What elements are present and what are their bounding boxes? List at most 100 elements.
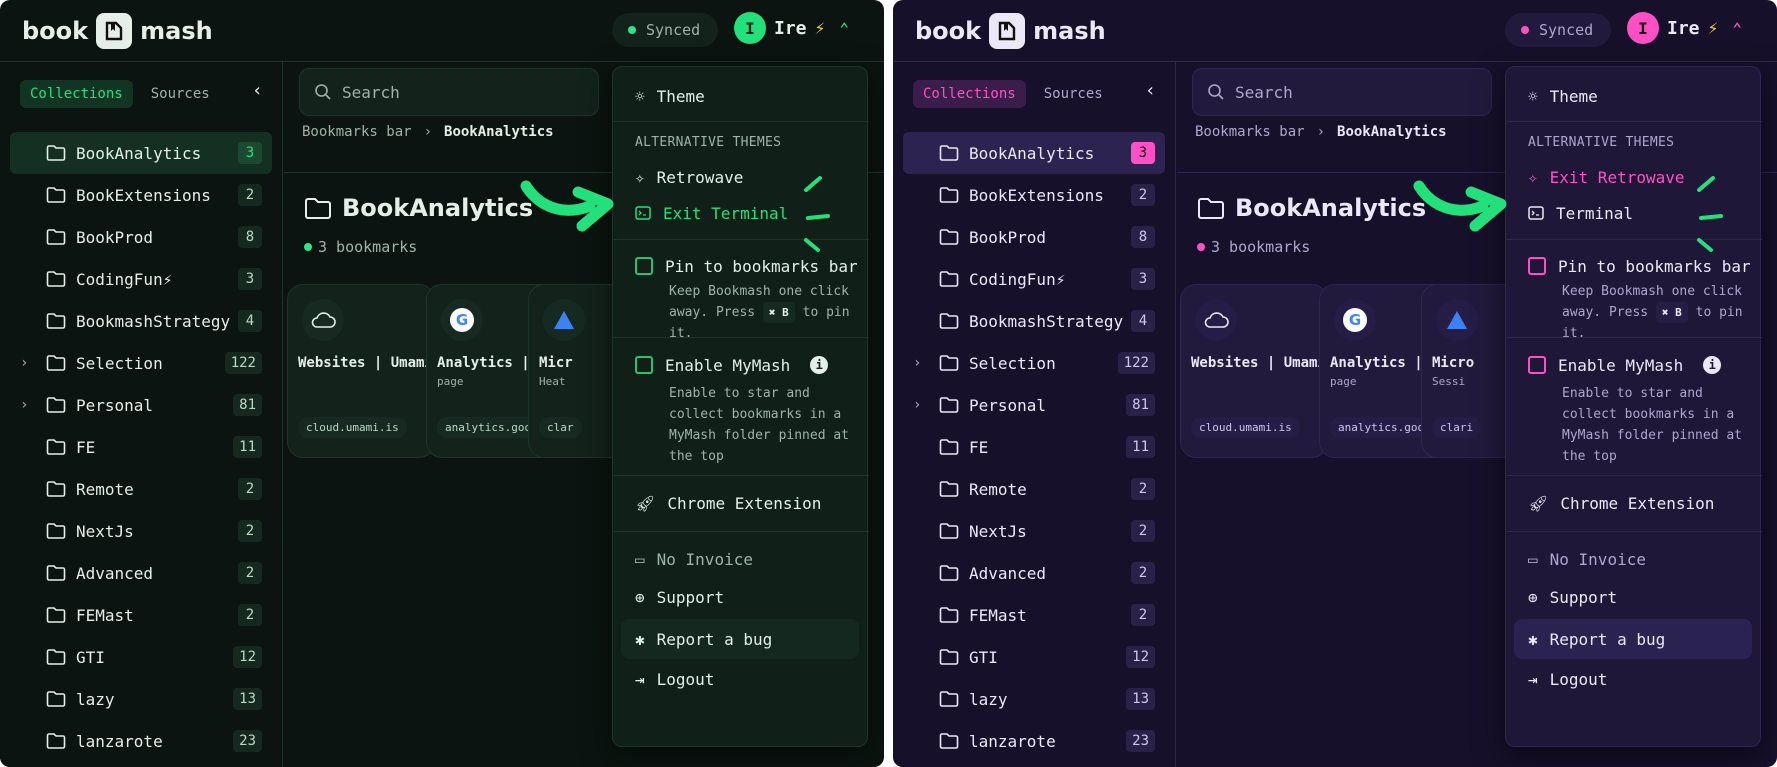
report-a-bug-item[interactable]: ✱ Report a bug (613, 623, 869, 655)
folder-icon (305, 198, 331, 219)
support-item[interactable]: ⊕ Support (1506, 581, 1762, 613)
sidebar-folder-item[interactable]: FE 11 (10, 426, 272, 468)
sidebar-folder-item[interactable]: › Selection 122 (10, 342, 272, 384)
logout-item[interactable]: ⇥ Logout (613, 663, 869, 695)
chrome-extension-label: Chrome Extension (667, 493, 822, 513)
bookmark-count: 3 bookmarks (1197, 238, 1310, 256)
folder-name: Selection (969, 353, 1056, 373)
breadcrumb-root[interactable]: Bookmarks bar (1195, 124, 1305, 140)
theme-menu-item[interactable]: ☼ Theme (1506, 79, 1762, 113)
folder-name: NextJs (76, 521, 134, 541)
enable-mymash-checkbox[interactable]: Enable MyMash i (1506, 349, 1762, 381)
sidebar-folder-item[interactable]: BookExtensions 2 (10, 174, 272, 216)
sidebar-folder-item[interactable]: Advanced 2 (10, 552, 272, 594)
chevron-right-icon[interactable]: › (913, 355, 921, 371)
chevron-right-icon[interactable]: › (20, 397, 28, 413)
search-input[interactable]: Search (299, 68, 599, 116)
logout-item[interactable]: ⇥ Logout (1506, 663, 1762, 695)
user-menu-toggle[interactable]: I Ire ⚡ ⌃ (734, 12, 849, 44)
avatar: I (1627, 12, 1659, 44)
sidebar-folder-item[interactable]: lazy 13 (10, 678, 272, 720)
sync-label: Synced (646, 21, 701, 39)
sidebar-folder-item[interactable]: › Selection 122 (903, 342, 1165, 384)
folder-count-badge: 2 (238, 478, 262, 500)
sidebar-folder-item[interactable]: Advanced 2 (903, 552, 1165, 594)
folder-icon (939, 690, 959, 712)
sidebar-folder-item[interactable]: BookAnalytics 3 (903, 132, 1165, 174)
sidebar-folder-item[interactable]: NextJs 2 (903, 510, 1165, 552)
folder-count-badge: 23 (233, 730, 262, 752)
bookmark-title: Micro (1432, 355, 1475, 371)
chevron-right-icon[interactable]: › (20, 355, 28, 371)
no-invoice-item[interactable]: ▭ No Invoice (1506, 543, 1762, 575)
sidebar-folder-item[interactable]: lanzarote 23 (10, 720, 272, 762)
sidebar-folder-item[interactable]: BookProd 8 (10, 216, 272, 258)
collapse-sidebar-chevron-left-icon[interactable]: ‹ (1145, 80, 1156, 101)
user-name: Ire (774, 17, 807, 39)
bookmark-card[interactable]: Websites | Umami cloud.umami.is (287, 284, 435, 458)
sidebar-folder-item[interactable]: Remote 2 (903, 468, 1165, 510)
sidebar-folder-item[interactable]: FE 11 (903, 426, 1165, 468)
sidebar-folder-item[interactable]: BookmashStrategy 4 (10, 300, 272, 342)
sidebar-folder-item[interactable]: Remote 2 (10, 468, 272, 510)
sidebar-folder-item[interactable]: GTI 12 (10, 636, 272, 678)
folder-icon (939, 312, 959, 334)
search-icon (1208, 84, 1224, 100)
tab-collections[interactable]: Collections (20, 80, 133, 108)
search-input[interactable]: Search (1192, 68, 1492, 116)
sidebar-folder-item[interactable]: lazy 13 (903, 678, 1165, 720)
sidebar-folder-item[interactable]: GTI 12 (903, 636, 1165, 678)
chevron-right-icon[interactable]: › (913, 397, 921, 413)
top-bar: book mash Synced I Ire ⚡ ⌃ (0, 0, 884, 62)
folder-count-badge: 23 (1126, 730, 1155, 752)
sidebar-folder-item[interactable]: BookExtensions 2 (903, 174, 1165, 216)
folder-name: Personal (76, 395, 154, 415)
support-item[interactable]: ⊕ Support (613, 581, 869, 613)
collapse-sidebar-chevron-left-icon[interactable]: ‹ (252, 80, 263, 101)
sidebar-folder-item[interactable]: BookAnalytics 3 (10, 132, 272, 174)
folder-count-badge: 8 (238, 226, 262, 248)
user-emoji: ⚡ (1707, 17, 1719, 39)
folder-name: FE (76, 437, 96, 457)
sidebar-folder-item[interactable]: FEMast 2 (10, 594, 272, 636)
bookmark-card[interactable]: Websites | Umami cloud.umami.is (1180, 284, 1328, 458)
tab-sources[interactable]: Sources (141, 80, 220, 108)
breadcrumb-root[interactable]: Bookmarks bar (302, 124, 412, 140)
chrome-extension-item[interactable]: 🚀︎ Chrome Extension (613, 485, 869, 521)
sidebar-folder-item[interactable]: CodingFun⚡ 3 (903, 258, 1165, 300)
sidebar-folder-item[interactable]: BookmashStrategy 4 (903, 300, 1165, 342)
chevron-up-icon: ⌃ (1732, 18, 1742, 38)
sidebar-folder-item[interactable]: FEMast 2 (903, 594, 1165, 636)
sidebar-folder-item[interactable]: › Personal 81 (10, 384, 272, 426)
sidebar-folder-item[interactable]: lanzarote 23 (903, 720, 1165, 762)
sidebar-folder-item[interactable]: CodingFun⚡ 3 (10, 258, 272, 300)
folder-name: Advanced (969, 563, 1047, 583)
svg-text:G: G (456, 311, 468, 329)
logo[interactable]: book mash (915, 13, 1106, 49)
app-window: book mash Synced I Ire ⚡ ⌃ Collections S… (893, 0, 1777, 767)
sidebar-folder-item[interactable]: › Personal 81 (903, 384, 1165, 426)
sync-label: Synced (1539, 21, 1594, 39)
bookmark-title: Websites | Umami (298, 355, 433, 371)
tab-collections[interactable]: Collections (913, 80, 1026, 108)
chrome-extension-item[interactable]: 🚀︎ Chrome Extension (1506, 485, 1762, 521)
chevron-up-icon: ⌃ (839, 18, 849, 38)
logout-icon: ⇥ (1528, 669, 1538, 689)
divider (613, 337, 869, 338)
report-a-bug-item[interactable]: ✱ Report a bug (1506, 623, 1762, 655)
sidebar-folder-item[interactable]: NextJs 2 (10, 510, 272, 552)
info-icon[interactable]: i (1703, 356, 1722, 374)
enable-mymash-checkbox[interactable]: Enable MyMash i (613, 349, 869, 381)
user-menu-toggle[interactable]: I Ire ⚡ ⌃ (1627, 12, 1742, 44)
annotation-spark-lines-icon (804, 176, 830, 252)
theme-menu-item[interactable]: ☼ Theme (613, 79, 869, 113)
folder-count-badge: 12 (1126, 646, 1155, 668)
breadcrumb: Bookmarks bar › BookAnalytics (302, 124, 554, 140)
sidebar-folder-item[interactable]: BookProd 8 (903, 216, 1165, 258)
logo[interactable]: book mash (22, 13, 213, 49)
no-invoice-label: No Invoice (656, 549, 753, 569)
tab-sources[interactable]: Sources (1034, 80, 1113, 108)
info-icon[interactable]: i (810, 356, 829, 374)
no-invoice-item[interactable]: ▭ No Invoice (613, 543, 869, 575)
folder-count-badge: 3 (1131, 142, 1155, 164)
